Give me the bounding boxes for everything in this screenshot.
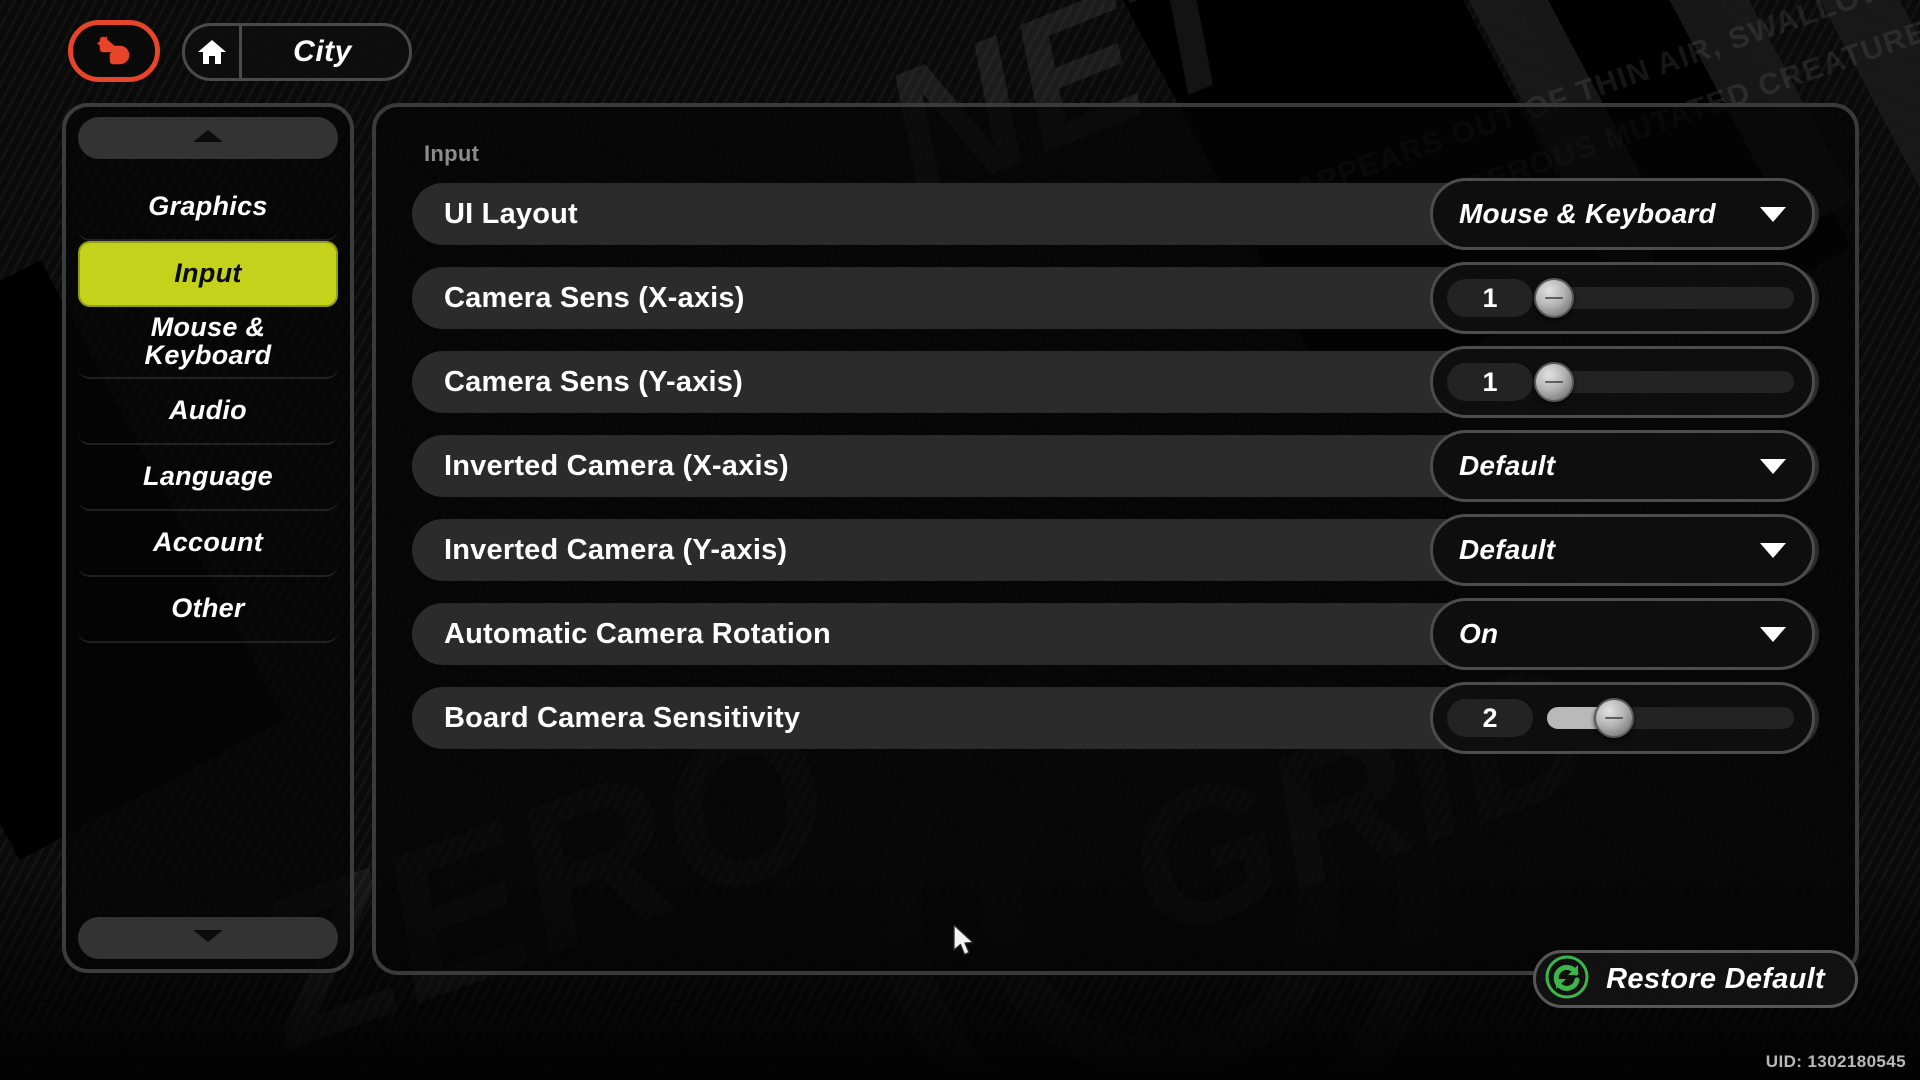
sidebar-item-language[interactable]: Language (78, 445, 338, 511)
setting-label: Camera Sens (X-axis) (444, 281, 745, 314)
setting-row-inverted-camera-y: Inverted Camera (Y-axis) Default (412, 514, 1819, 586)
chevron-down-icon (1760, 458, 1786, 474)
sidebar-item-graphics[interactable]: Graphics (78, 175, 338, 241)
setting-row-ui-layout: UI Layout Mouse & Keyboard (412, 178, 1819, 250)
setting-label: Inverted Camera (X-axis) (444, 449, 789, 482)
home-icon[interactable] (184, 23, 242, 81)
settings-sidebar: Graphics Input Mouse & Keyboard Audio La… (62, 103, 354, 973)
sidebar-item-label: Audio (169, 395, 247, 426)
slider-value-pill: 2 (1447, 699, 1533, 737)
sidebar-item-account[interactable]: Account (78, 511, 338, 577)
setting-label: UI Layout (444, 197, 578, 230)
setting-row-inverted-camera-x: Inverted Camera (X-axis) Default (412, 430, 1819, 502)
inverted-camera-y-dropdown[interactable]: Default (1430, 514, 1815, 586)
setting-row-automatic-camera-rotation: Automatic Camera Rotation On (412, 598, 1819, 670)
slider-value-pill: 1 (1447, 363, 1533, 401)
sidebar-item-audio[interactable]: Audio (78, 379, 338, 445)
sidebar-item-label: Language (143, 461, 273, 492)
slider-track-area[interactable] (1534, 362, 1794, 402)
home-label: City (293, 35, 352, 68)
slider-track-area[interactable] (1547, 698, 1794, 738)
sidebar-item-label: Input (174, 258, 242, 289)
setting-row-board-camera-sensitivity: Board Camera Sensitivity 2 (412, 682, 1819, 754)
automatic-camera-rotation-dropdown[interactable]: On (1430, 598, 1815, 670)
chevron-down-icon (1760, 626, 1786, 642)
sidebar-item-label: Account (152, 527, 264, 558)
dropdown-value: Default (1459, 534, 1556, 565)
sidebar-item-label: Mouse & Keyboard (144, 312, 272, 370)
home-breadcrumb[interactable]: City (182, 23, 412, 81)
section-title: Input (424, 141, 480, 166)
dropdown-value: On (1459, 618, 1499, 649)
back-button[interactable] (68, 20, 160, 82)
restore-default-button[interactable]: Restore Default (1533, 950, 1858, 1008)
slider-track (1547, 371, 1794, 393)
uid-label: UID: 1302180545 (1765, 1052, 1906, 1071)
dropdown-value: Mouse & Keyboard (1459, 198, 1716, 229)
slider-value: 1 (1482, 366, 1498, 397)
settings-panel: Input UI Layout Mouse & Keyboard Camera … (372, 103, 1859, 975)
ui-layout-dropdown[interactable]: Mouse & Keyboard (1430, 178, 1815, 250)
slider-value: 2 (1482, 702, 1498, 733)
slider-value: 1 (1482, 282, 1498, 313)
sidebar-item-label: Other (171, 593, 245, 624)
setting-row-camera-sens-y: Camera Sens (Y-axis) 1 (412, 346, 1819, 418)
chevron-up-icon (192, 129, 224, 148)
refresh-icon (1544, 954, 1590, 1005)
slider-knob[interactable] (1593, 698, 1634, 738)
setting-label: Board Camera Sensitivity (444, 701, 801, 734)
slider-value-pill: 1 (1447, 279, 1533, 317)
setting-row-camera-sens-x: Camera Sens (X-axis) 1 (412, 262, 1819, 334)
setting-label: Camera Sens (Y-axis) (444, 365, 743, 398)
sidebar-scroll-down-button[interactable] (78, 917, 338, 959)
chevron-down-icon (1760, 542, 1786, 558)
dropdown-value: Default (1459, 450, 1556, 481)
sidebar-item-input[interactable]: Input (78, 241, 338, 307)
sidebar-scroll-up-button[interactable] (78, 117, 338, 159)
sidebar-item-label: Graphics (148, 191, 268, 222)
camera-sens-x-slider[interactable]: 1 (1430, 262, 1815, 334)
chevron-down-icon (192, 929, 224, 948)
sidebar-item-mouse-keyboard[interactable]: Mouse & Keyboard (78, 307, 338, 379)
slider-knob[interactable] (1534, 362, 1575, 402)
inverted-camera-x-dropdown[interactable]: Default (1430, 430, 1815, 502)
back-arrow-icon (94, 34, 134, 68)
sidebar-item-list: Graphics Input Mouse & Keyboard Audio La… (78, 175, 338, 903)
sidebar-item-other[interactable]: Other (78, 577, 338, 643)
slider-track-area[interactable] (1534, 278, 1794, 318)
setting-label: Inverted Camera (Y-axis) (444, 533, 788, 566)
camera-sens-y-slider[interactable]: 1 (1430, 346, 1815, 418)
restore-default-label: Restore Default (1606, 962, 1825, 995)
board-camera-sensitivity-slider[interactable]: 2 (1430, 682, 1815, 754)
top-bar: City (0, 0, 1920, 105)
chevron-down-icon (1760, 206, 1786, 222)
setting-label: Automatic Camera Rotation (444, 617, 831, 650)
slider-track (1547, 287, 1794, 309)
slider-knob[interactable] (1534, 278, 1575, 318)
